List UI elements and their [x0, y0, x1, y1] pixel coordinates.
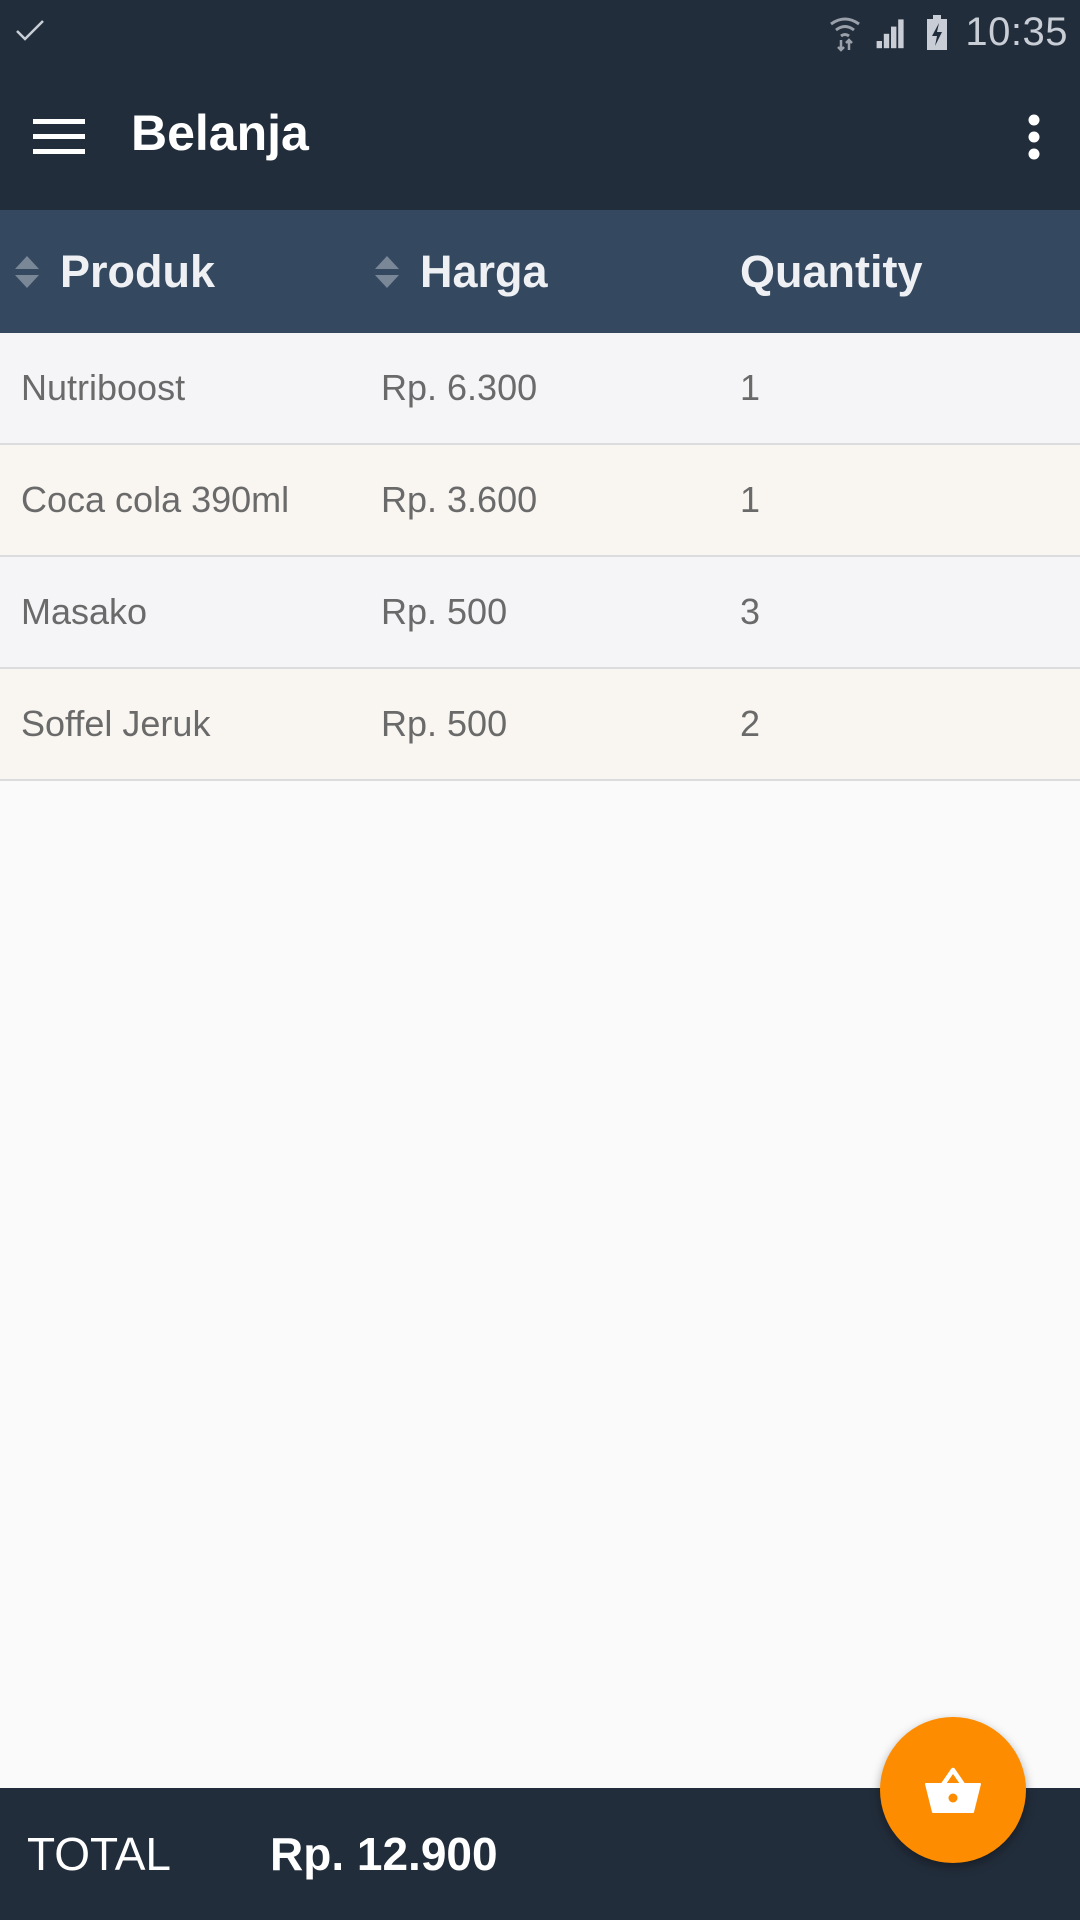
basket-icon: [925, 1767, 981, 1813]
cell-produk: Nutriboost: [21, 367, 186, 408]
status-time: 10:35: [965, 9, 1068, 54]
cell-quantity: 2: [740, 703, 761, 744]
page-title: Belanja: [131, 105, 309, 161]
cell-harga: Rp. 3.600: [381, 479, 538, 520]
cell-harga: Rp. 500: [381, 591, 508, 632]
check-icon: [16, 20, 44, 41]
hamburger-menu-icon: [33, 119, 85, 154]
sort-icon: [375, 255, 399, 288]
cell-quantity: 3: [740, 591, 761, 632]
sort-icon: [15, 255, 39, 288]
table-row[interactable]: Nutriboost Rp. 6.300 1: [0, 333, 1080, 445]
table-row[interactable]: Masako Rp. 500 3: [0, 557, 1080, 669]
column-header-harga[interactable]: Harga: [372, 210, 548, 333]
more-vert-icon: [1028, 114, 1040, 160]
column-header-label: Harga: [420, 245, 548, 297]
cell-produk: Coca cola 390ml: [21, 479, 290, 520]
table-header: Produk Harga Quantity: [0, 210, 1080, 333]
status-icons: 10:35: [827, 8, 1068, 56]
table-row[interactable]: Soffel Jeruk Rp. 500 2: [0, 669, 1080, 781]
cell-quantity: 1: [740, 367, 761, 408]
table-body: Nutriboost Rp. 6.300 1 Coca cola 390ml R…: [0, 333, 1080, 781]
wifi-icon: [830, 17, 861, 52]
menu-button[interactable]: [24, 102, 94, 172]
cell-harga: Rp. 500: [381, 703, 508, 744]
total-value: Rp. 12.900: [270, 1828, 498, 1880]
column-header-label: Produk: [60, 245, 216, 297]
status-bar: 10:35: [0, 0, 1080, 64]
overflow-menu-button[interactable]: [1004, 102, 1064, 172]
cell-harga: Rp. 6.300: [381, 367, 538, 408]
battery-charging-icon: [927, 15, 948, 50]
app-bar: Belanja: [0, 64, 1080, 210]
total-label: TOTAL: [27, 1828, 171, 1880]
cell-quantity: 1: [740, 479, 761, 520]
cell-produk: Masako: [21, 591, 148, 632]
table-row[interactable]: Coca cola 390ml Rp. 3.600 1: [0, 445, 1080, 557]
cell-produk: Soffel Jeruk: [21, 703, 211, 744]
column-header-label: Quantity: [740, 245, 923, 297]
signal-icon: [876, 19, 904, 49]
column-header-produk[interactable]: Produk: [12, 210, 215, 333]
column-header-quantity: Quantity: [740, 210, 923, 333]
checkout-fab-button[interactable]: [880, 1717, 1026, 1863]
